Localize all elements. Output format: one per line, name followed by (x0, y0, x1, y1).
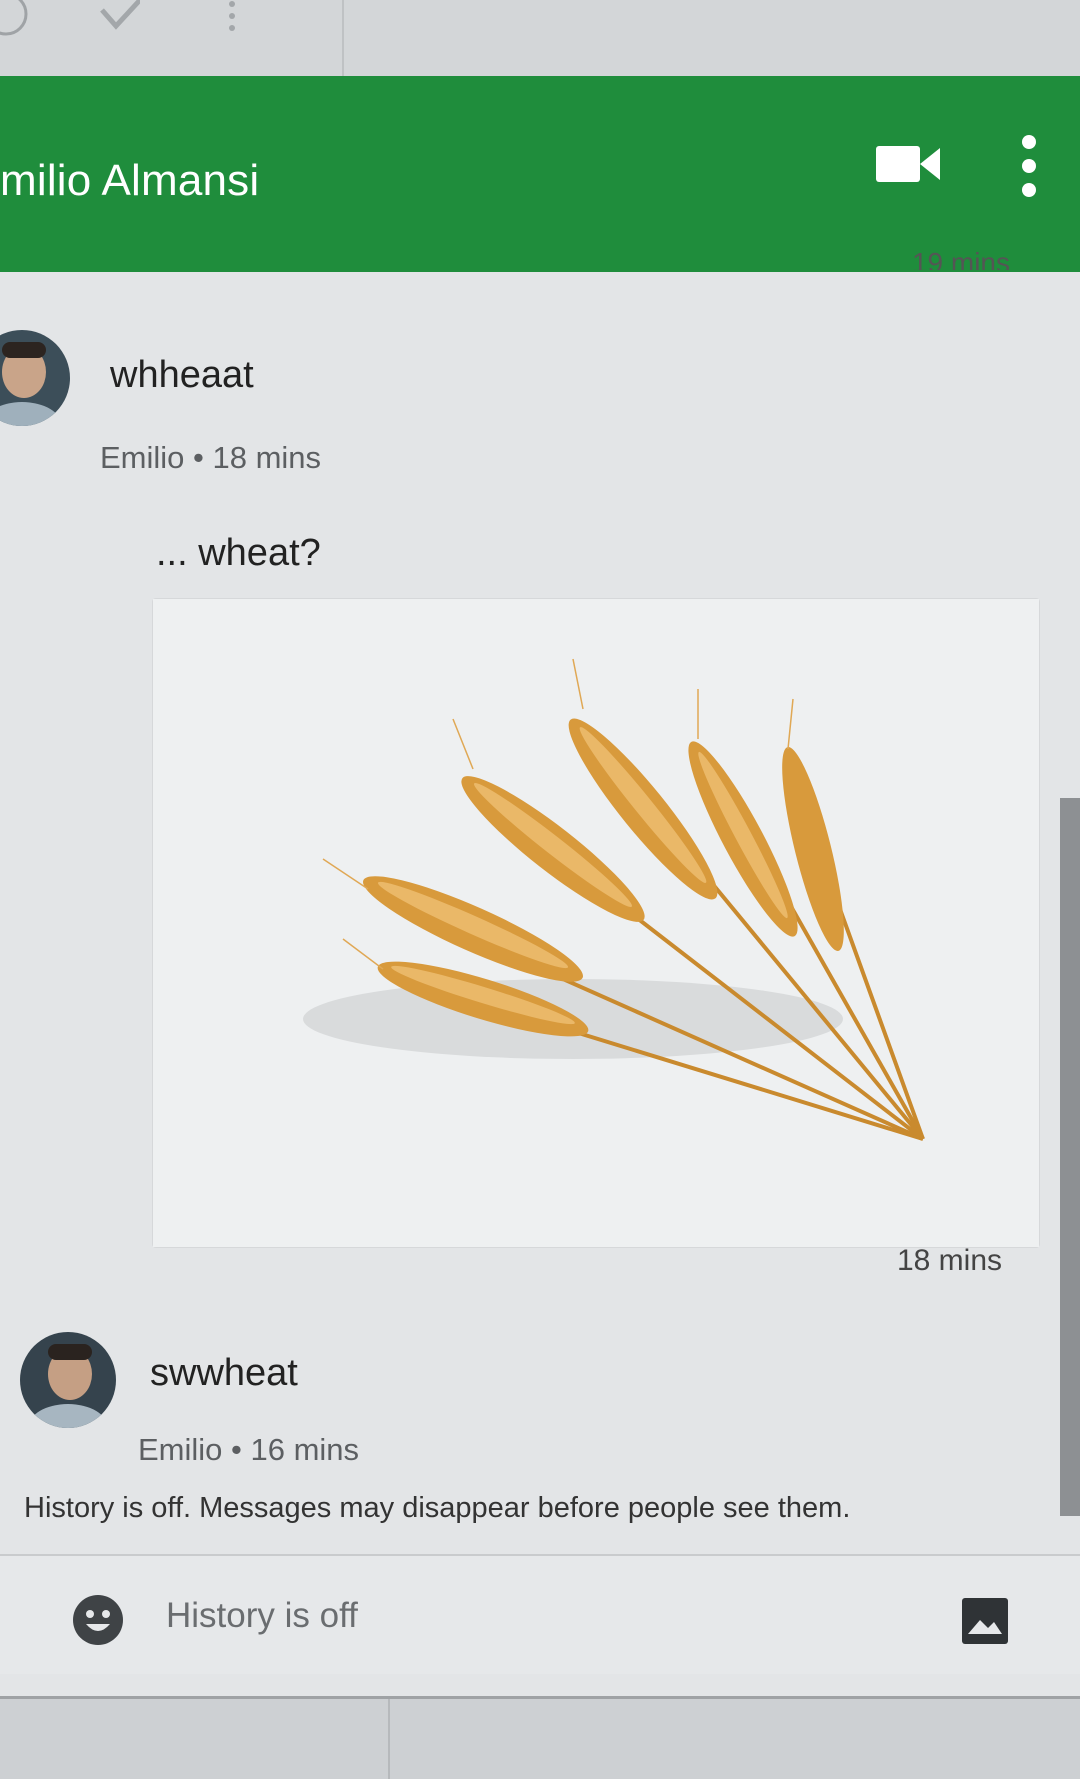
desktop-bottom (0, 1696, 1080, 1779)
image-icon[interactable] (962, 1598, 1008, 1644)
message-input[interactable] (164, 1590, 868, 1642)
chat-title: milio Almansi (0, 156, 260, 205)
message-meta: Emilio • 16 mins (138, 1432, 360, 1467)
scrollbar[interactable] (1060, 798, 1080, 1516)
image-attachment[interactable] (152, 598, 1040, 1248)
check-icon[interactable] (100, 0, 140, 40)
chat-header: milio Almansi (0, 76, 1080, 272)
avatar[interactable] (20, 1332, 116, 1428)
message-composer (0, 1554, 1080, 1674)
message-timestamp: 18 mins (896, 1244, 1002, 1277)
avatar[interactable] (0, 330, 70, 426)
message-text: swwheat (150, 1352, 298, 1394)
toolbar-divider (342, 0, 344, 76)
avatar-photo (20, 1332, 116, 1428)
message-meta: Emilio • 18 mins (100, 440, 322, 475)
emoji-icon[interactable] (72, 1594, 124, 1646)
chat-window: milio Almansi 19 mins whheaat Emilio • 1… (0, 76, 1080, 1696)
more-vertical-icon[interactable] (1014, 134, 1044, 198)
more-vertical-toolbar-icon[interactable] (224, 0, 240, 40)
history-icon[interactable] (0, 0, 40, 40)
top-toolbar (0, 0, 1080, 78)
message-text: whheaat (110, 354, 254, 396)
video-camera-icon[interactable] (876, 142, 940, 186)
message-text: ... wheat? (156, 532, 321, 574)
wheat-ears-photo (153, 599, 1039, 1247)
history-off-notice: History is off. Messages may disappear b… (24, 1492, 851, 1524)
bottom-divider (388, 1699, 390, 1779)
avatar-photo (0, 330, 70, 426)
message-timestamp: 19 mins (911, 248, 1010, 270)
